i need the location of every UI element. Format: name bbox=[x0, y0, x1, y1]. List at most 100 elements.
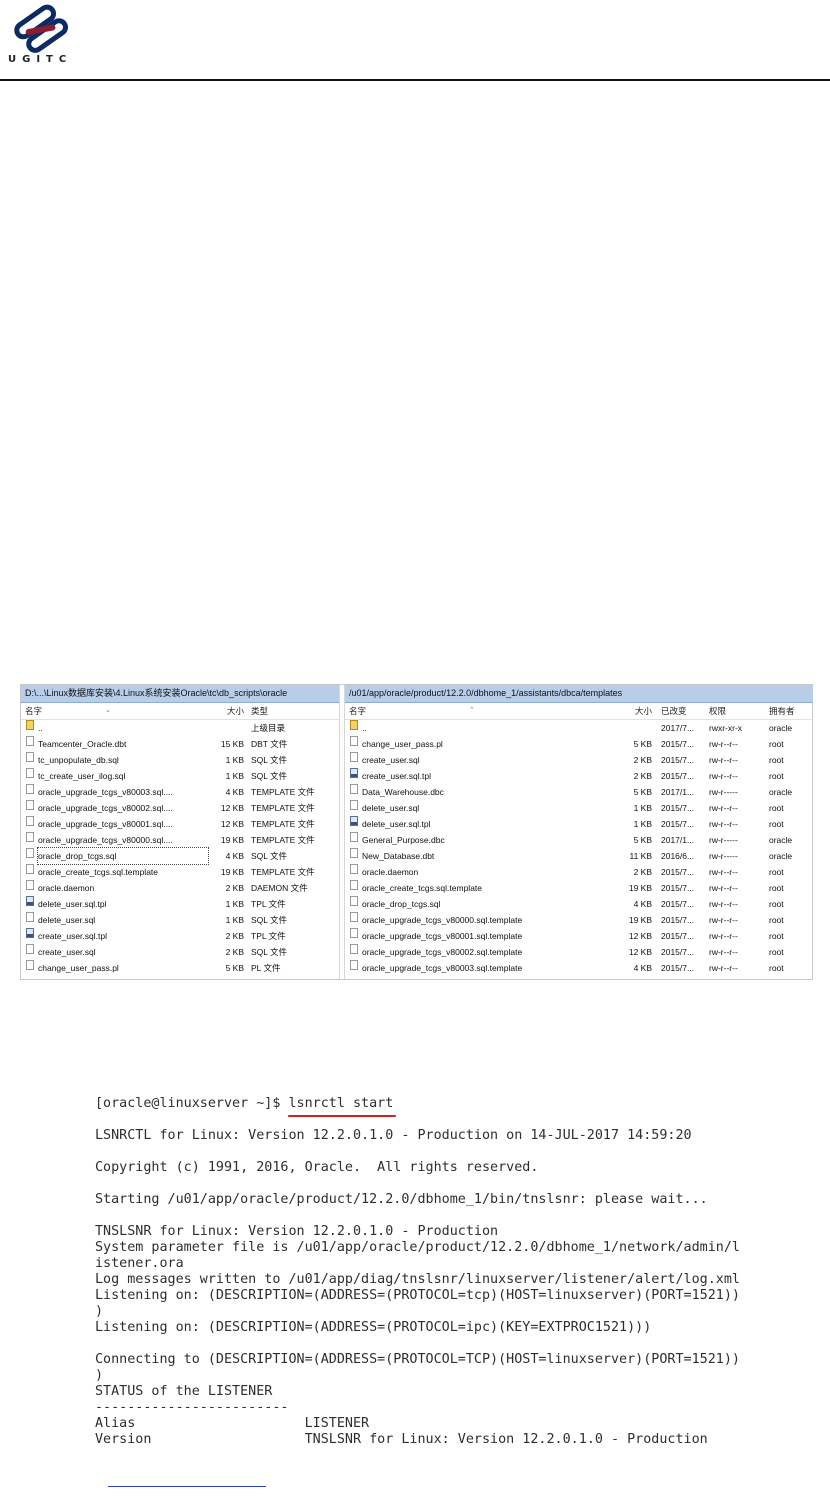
file-row[interactable]: oracle_create_tcgs.sql.template 19 KB TEMP… bbox=[21, 864, 339, 880]
file-owner: root bbox=[769, 771, 784, 781]
file-row[interactable]: .. 上级目录 bbox=[21, 720, 339, 736]
file-name: tc_unpopulate_db.sql bbox=[38, 755, 119, 765]
file-row[interactable]: oracle.daemon 2 KB 2015/7... rw-r--r-- root bbox=[345, 864, 813, 880]
file-size: 5 KB bbox=[633, 787, 652, 797]
file-row[interactable]: Teamcenter_Oracle.dbt 15 KB DBT 文件 bbox=[21, 736, 339, 752]
col-size-header[interactable]: 大小 bbox=[221, 703, 244, 719]
file-permissions: rw-r--r-- bbox=[709, 947, 738, 957]
col-type-header[interactable]: 类型 bbox=[251, 703, 268, 719]
header-divider bbox=[0, 79, 830, 81]
file-size: 4 KB bbox=[225, 851, 244, 861]
col-size-header[interactable]: 大小 bbox=[628, 703, 652, 719]
terminal-line: System parameter file is /u01/app/oracle… bbox=[95, 1240, 740, 1255]
terminal-line: Listening on: (DESCRIPTION=(ADDRESS=(PRO… bbox=[95, 1288, 740, 1303]
file-modified: 2017/1... bbox=[661, 835, 695, 845]
file-size: 2 KB bbox=[633, 771, 652, 781]
file-row[interactable]: tc_create_user_ilog.sql 1 KB SQL 文件 bbox=[21, 768, 339, 784]
file-type: TPL 文件 bbox=[251, 899, 286, 909]
file-row[interactable]: tc_unpopulate_db.sql 1 KB SQL 文件 bbox=[21, 752, 339, 768]
file-size: 2 KB bbox=[225, 883, 244, 893]
col-name-header[interactable]: 名字 bbox=[349, 703, 366, 719]
file-row[interactable]: oracle_upgrade_tcgs_v80000.sql.template 1… bbox=[345, 912, 813, 928]
file-row[interactable]: delete_user.sql.tpl 1 KB 2015/7... rw-r--r-… bbox=[345, 816, 813, 832]
file-row[interactable]: oracle_upgrade_tcgs_v80002.sql.template 1… bbox=[345, 944, 813, 960]
file-modified: 2015/7... bbox=[661, 867, 695, 877]
file-icon bbox=[350, 800, 358, 810]
file-row[interactable]: create_user.sql.tpl 2 KB 2015/7... rw-r--r-… bbox=[345, 768, 813, 784]
file-row[interactable]: oracle_upgrade_tcgs_v80003.sql.... 4 KB TE… bbox=[21, 784, 339, 800]
file-size: 12 KB bbox=[220, 819, 244, 829]
file-owner: root bbox=[769, 915, 784, 925]
file-icon bbox=[26, 944, 34, 954]
col-modified-header[interactable]: 已改变 bbox=[661, 703, 687, 719]
file-modified: 2015/7... bbox=[661, 931, 695, 941]
file-type: TEMPLATE 文件 bbox=[251, 803, 315, 813]
file-name: change_user_pass.pl bbox=[362, 739, 443, 749]
file-row[interactable]: .. 2017/7... rwxr-xr-x oracle bbox=[345, 720, 813, 736]
file-row[interactable]: New_Database.dbt 11 KB 2016/6... rw-r----- o… bbox=[345, 848, 813, 864]
terminal-line: STATUS of the LISTENER bbox=[95, 1384, 273, 1399]
file-owner: root bbox=[769, 803, 784, 813]
file-row[interactable]: Data_Warehouse.dbc 5 KB 2017/1... rw-r-----… bbox=[345, 784, 813, 800]
file-size: 4 KB bbox=[633, 899, 652, 909]
file-permissions: rw-r--r-- bbox=[709, 755, 738, 765]
file-row[interactable]: create_user.sql.tpl 2 KB TPL 文件 bbox=[21, 928, 339, 944]
file-icon bbox=[350, 848, 358, 858]
file-size: 1 KB bbox=[225, 915, 244, 925]
file-row[interactable]: General_Purpose.dbc 5 KB 2017/1... rw-r----… bbox=[345, 832, 813, 848]
file-modified: 2015/7... bbox=[661, 947, 695, 957]
file-name: create_user.sql bbox=[38, 947, 96, 957]
file-row[interactable]: oracle_create_tcgs.sql.template 19 KB 2015… bbox=[345, 880, 813, 896]
file-name: oracle_create_tcgs.sql.template bbox=[362, 883, 483, 893]
file-name: oracle_upgrade_tcgs_v80002.sql.template bbox=[362, 947, 523, 957]
file-row[interactable]: change_user_pass.pl 5 KB 2015/7... rw-r--r-… bbox=[345, 736, 813, 752]
col-perms-header[interactable]: 权限 bbox=[709, 703, 726, 719]
local-path-bar[interactable]: D:\...\Linux数据库安装\4.Linux系统安装Oracle\tc\d… bbox=[21, 685, 339, 703]
file-type: TEMPLATE 文件 bbox=[251, 835, 315, 845]
file-size: 19 KB bbox=[628, 883, 652, 893]
remote-path-bar[interactable]: /u01/app/oracle/product/12.2.0/dbhome_1/… bbox=[345, 685, 813, 703]
file-row[interactable]: delete_user.sql.tpl 1 KB TPL 文件 bbox=[21, 896, 339, 912]
file-owner: oracle bbox=[769, 723, 793, 733]
file-icon bbox=[350, 832, 358, 842]
file-row[interactable]: oracle_upgrade_tcgs_v80003.sql.template 4… bbox=[345, 960, 813, 976]
local-pane: D:\...\Linux数据库安装\4.Linux系统安装Oracle\tc\d… bbox=[21, 685, 340, 979]
file-owner: oracle bbox=[769, 851, 793, 861]
file-permissions: rw-r----- bbox=[709, 835, 738, 845]
file-row[interactable]: delete_user.sql 1 KB 2015/7... rw-r--r-- roo… bbox=[345, 800, 813, 816]
parent-dir-icon bbox=[26, 720, 34, 730]
file-size: 1 KB bbox=[633, 819, 652, 829]
file-row[interactable]: oracle_upgrade_tcgs_v80001.sql.... 12 KB T… bbox=[21, 816, 339, 832]
file-row[interactable]: delete_user.sql 1 KB SQL 文件 bbox=[21, 912, 339, 928]
file-row[interactable]: change_user_pass.pl 5 KB PL 文件 bbox=[21, 960, 339, 976]
file-row[interactable]: oracle_upgrade_tcgs_v80002.sql.... 12 KB T… bbox=[21, 800, 339, 816]
terminal-line: Connecting to (DESCRIPTION=(ADDRESS=(PRO… bbox=[95, 1352, 740, 1367]
file-size: 15 KB bbox=[220, 739, 244, 749]
file-icon bbox=[350, 880, 358, 890]
file-row[interactable]: oracle_drop_tcgs.sql 4 KB SQL 文件 bbox=[21, 847, 339, 865]
file-owner: root bbox=[769, 819, 784, 829]
file-row[interactable]: create_user.sql 2 KB 2015/7... rw-r--r-- roo… bbox=[345, 752, 813, 768]
col-owner-header[interactable]: 拥有者 bbox=[769, 703, 795, 719]
template-file-icon bbox=[26, 928, 34, 938]
file-row[interactable]: oracle_upgrade_tcgs_v80000.sql.... 19 KB T… bbox=[21, 832, 339, 848]
file-owner: oracle bbox=[769, 787, 793, 797]
file-row[interactable]: create_user.sql 2 KB SQL 文件 bbox=[21, 944, 339, 960]
file-owner: root bbox=[769, 931, 784, 941]
col-name-header[interactable]: 名字 bbox=[25, 703, 42, 719]
file-type: SQL 文件 bbox=[251, 915, 288, 925]
file-row[interactable]: oracle.daemon 2 KB DAEMON 文件 bbox=[21, 880, 339, 896]
file-name: oracle_drop_tcgs.sql bbox=[37, 847, 209, 865]
file-row[interactable]: oracle_upgrade_tcgs_v80001.sql.template 1… bbox=[345, 928, 813, 944]
parent-dir-icon bbox=[350, 720, 358, 730]
file-row[interactable]: oracle_drop_tcgs.sql 4 KB 2015/7... rw-r--r… bbox=[345, 896, 813, 912]
file-type: PL 文件 bbox=[251, 963, 281, 973]
file-name: delete_user.sql.tpl bbox=[362, 819, 431, 829]
file-name: create_user.sql.tpl bbox=[362, 771, 431, 781]
file-permissions: rw-r----- bbox=[709, 787, 738, 797]
file-modified: 2015/7... bbox=[661, 899, 695, 909]
terminal-line: Starting /u01/app/oracle/product/12.2.0/… bbox=[95, 1192, 708, 1207]
file-icon bbox=[350, 928, 358, 938]
terminal-line: Version TNSLSNR for Linux: Version 12.2.… bbox=[95, 1432, 708, 1447]
file-size: 1 KB bbox=[225, 755, 244, 765]
